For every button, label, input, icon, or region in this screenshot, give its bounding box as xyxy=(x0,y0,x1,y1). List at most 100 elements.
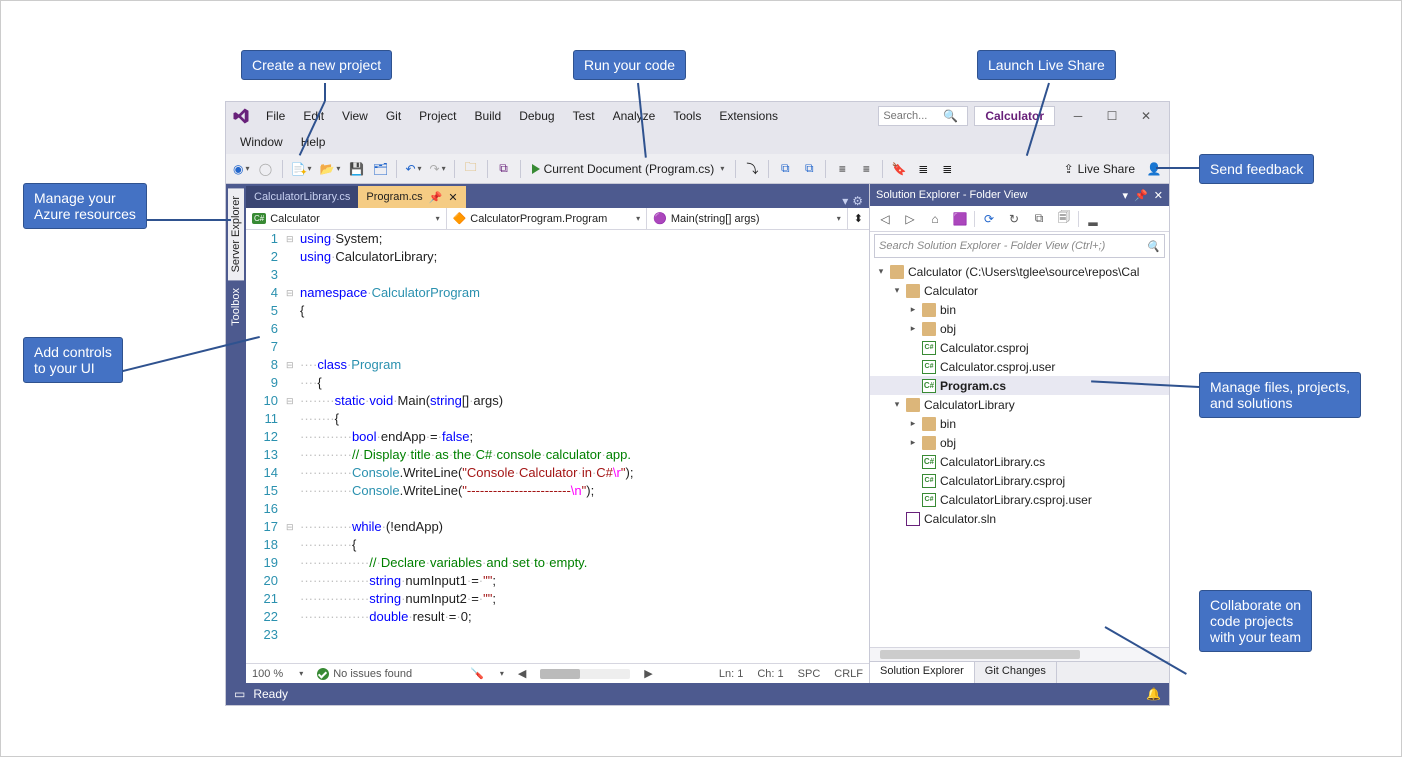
tree-item[interactable]: CalculatorLibrary.csproj.user xyxy=(870,490,1169,509)
refresh-icon[interactable]: ⟳ xyxy=(978,207,1000,231)
undo-button[interactable]: ↶▾ xyxy=(402,157,424,181)
solution-search-input[interactable]: Search Solution Explorer - Folder View (… xyxy=(874,234,1165,258)
minimize-button[interactable]: ─ xyxy=(1061,105,1095,127)
left-tool-tabs: Server Explorer Toolbox xyxy=(226,184,246,683)
editor-hscrollbar[interactable] xyxy=(540,669,630,679)
toolbox-tab[interactable]: Toolbox xyxy=(228,280,244,334)
editor-status-bar: 100 % ▾ No issues found 🪛 ▾ ◀ ▶ Ln: 1 Ch… xyxy=(246,663,869,683)
attach-process-button[interactable]: ⧉ xyxy=(493,157,515,181)
nav-class-dropdown[interactable]: 🔶CalculatorProgram.Program▾ xyxy=(447,208,648,229)
menu-tools[interactable]: Tools xyxy=(665,105,709,127)
nav-fwd-button[interactable]: ◯ xyxy=(255,157,277,181)
menu-help[interactable]: Help xyxy=(293,131,334,153)
show-all-files-icon[interactable]: 🗐 xyxy=(1053,207,1075,231)
new-project-button[interactable]: 📄✦▾ xyxy=(288,157,315,181)
menu-git[interactable]: Git xyxy=(378,105,409,127)
tree-item[interactable]: CalculatorLibrary.csproj xyxy=(870,471,1169,490)
file-browse-button[interactable]: 🗀 xyxy=(460,157,482,181)
close-button[interactable]: ✕ xyxy=(1129,105,1163,127)
tab-git-changes[interactable]: Git Changes xyxy=(975,662,1057,683)
nav-project-dropdown[interactable]: C#Calculator▾ xyxy=(246,208,447,229)
bookmark-prev-icon[interactable]: ≣ xyxy=(912,157,934,181)
back-icon[interactable]: ◁ xyxy=(874,207,896,231)
indent-indicator[interactable]: SPC xyxy=(798,668,821,680)
tree-item[interactable]: CalculatorLibrary.cs xyxy=(870,452,1169,471)
server-explorer-tab[interactable]: Server Explorer xyxy=(228,188,244,280)
callout-toolbox: Add controls to your UI xyxy=(23,337,123,383)
callout-files: Manage files, projects, and solutions xyxy=(1199,372,1361,418)
tree-item[interactable]: ▸obj xyxy=(870,433,1169,452)
menu-project[interactable]: Project xyxy=(411,105,464,127)
sync-icon[interactable]: ↻ xyxy=(1003,207,1025,231)
callout-azure: Manage your Azure resources xyxy=(23,183,147,229)
bookmark-next-icon[interactable]: ≣ xyxy=(936,157,958,181)
maximize-button[interactable]: ☐ xyxy=(1095,105,1129,127)
search-input[interactable] xyxy=(883,110,943,122)
check-icon xyxy=(317,668,329,680)
window-position-icon[interactable]: ▾ xyxy=(1123,189,1129,202)
properties-icon[interactable]: ▂ xyxy=(1082,207,1104,231)
output-icon[interactable]: ▭ xyxy=(234,687,245,701)
notifications-icon[interactable]: 🔔 xyxy=(1146,687,1161,701)
tab-solution-explorer[interactable]: Solution Explorer xyxy=(870,662,975,683)
forward-icon[interactable]: ▷ xyxy=(899,207,921,231)
text-editor[interactable]: 1234567891011121314151617181920212223 ⊟⊟… xyxy=(246,230,869,663)
indent-less-icon[interactable]: ≡ xyxy=(831,157,853,181)
active-files-dropdown[interactable]: ▾ xyxy=(842,194,848,208)
tree-item[interactable]: ▸obj xyxy=(870,319,1169,338)
pin-icon[interactable]: 📌 xyxy=(429,191,443,204)
tab-settings-icon[interactable]: ⚙ xyxy=(852,194,863,208)
callout-live-share: Launch Live Share xyxy=(977,50,1116,80)
tab-program[interactable]: Program.cs📌✕ xyxy=(358,186,465,208)
solution-explorer-panel: Solution Explorer - Folder View ▾📌✕ ◁ ▷ … xyxy=(869,184,1169,683)
bookmark-icon[interactable]: 🔖 xyxy=(888,157,910,181)
menu-build[interactable]: Build xyxy=(467,105,510,127)
menu-file[interactable]: File xyxy=(258,105,293,127)
menu-view[interactable]: View xyxy=(334,105,376,127)
tree-item[interactable]: Calculator.csproj xyxy=(870,338,1169,357)
char-indicator: Ch: 1 xyxy=(757,668,783,680)
split-editor-button[interactable]: ⬍ xyxy=(848,208,869,229)
menu-analyze[interactable]: Analyze xyxy=(605,105,664,127)
switch-views-icon[interactable]: 🟪 xyxy=(949,207,971,231)
start-debug-button[interactable]: Current Document (Program.cs) ▾ xyxy=(526,157,731,181)
live-share-button[interactable]: ⇪ Live Share xyxy=(1058,162,1141,176)
close-tab-icon[interactable]: ✕ xyxy=(448,191,457,204)
comment-out-icon[interactable]: ⧉ xyxy=(774,157,796,181)
live-share-label: Live Share xyxy=(1078,162,1135,176)
menu-extensions[interactable]: Extensions xyxy=(711,105,786,127)
save-button[interactable]: 💾 xyxy=(345,157,367,181)
issues-indicator[interactable]: No issues found xyxy=(317,668,412,680)
close-panel-icon[interactable]: ✕ xyxy=(1154,189,1163,202)
lineend-indicator[interactable]: CRLF xyxy=(834,668,863,680)
save-all-button[interactable]: 🗂 xyxy=(369,157,391,181)
tree-item[interactable]: Program.cs xyxy=(870,376,1169,395)
step-into-icon[interactable]: ⤵ xyxy=(741,157,763,181)
pin-panel-icon[interactable]: 📌 xyxy=(1134,189,1148,202)
menu-window[interactable]: Window xyxy=(232,131,291,153)
tree-item[interactable]: ▾CalculatorLibrary xyxy=(870,395,1169,414)
home-icon[interactable]: ⌂ xyxy=(924,207,946,231)
redo-button[interactable]: ↷▾ xyxy=(427,157,449,181)
tree-item[interactable]: Calculator.csproj.user xyxy=(870,357,1169,376)
menu-test[interactable]: Test xyxy=(565,105,603,127)
nav-back-button[interactable]: ◉▾ xyxy=(230,157,253,181)
tab-calculatorlibrary[interactable]: CalculatorLibrary.cs xyxy=(246,186,358,208)
collapse-all-icon[interactable]: ⧉ xyxy=(1028,207,1050,231)
screwdriver-icon[interactable]: 🪛 xyxy=(470,667,484,680)
zoom-level[interactable]: 100 % xyxy=(252,668,283,680)
menu-debug[interactable]: Debug xyxy=(511,105,562,127)
tree-item[interactable]: Calculator.sln xyxy=(870,509,1169,528)
nav-method-dropdown[interactable]: 🟣Main(string[] args)▾ xyxy=(647,208,848,229)
startup-project-picker[interactable]: Calculator xyxy=(974,106,1055,126)
tree-item[interactable]: ▸bin xyxy=(870,414,1169,433)
tree-item[interactable]: ▾Calculator (C:\Users\tglee\source\repos… xyxy=(870,262,1169,281)
tree-item[interactable]: ▾Calculator xyxy=(870,281,1169,300)
indent-more-icon[interactable]: ≡ xyxy=(855,157,877,181)
solution-hscrollbar[interactable] xyxy=(870,647,1169,661)
uncomment-icon[interactable]: ⧉ xyxy=(798,157,820,181)
quick-launch-search[interactable]: 🔍 xyxy=(878,106,968,126)
tree-item[interactable]: ▸bin xyxy=(870,300,1169,319)
open-button[interactable]: 📂▾ xyxy=(316,157,343,181)
solution-tree[interactable]: ▾Calculator (C:\Users\tglee\source\repos… xyxy=(870,260,1169,647)
